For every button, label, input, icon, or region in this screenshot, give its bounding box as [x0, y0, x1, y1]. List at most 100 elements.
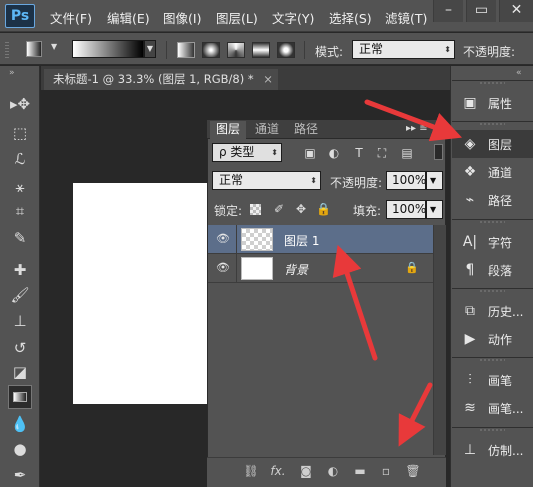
brush-icon: ≋ [464, 400, 476, 416]
lasso-tool-icon[interactable]: ℒ [8, 147, 32, 171]
move-tool-icon[interactable]: ▸✥ [8, 92, 32, 116]
lock-all-icon[interactable]: 🔒 [316, 202, 331, 216]
layer-lock-icon[interactable]: 🔒 [405, 261, 419, 274]
dock-group-grip[interactable] [452, 121, 533, 125]
toolbar-collapse-icon[interactable]: » [9, 68, 15, 78]
fill-input[interactable]: 100% [386, 200, 426, 219]
lock-transparent-icon[interactable] [250, 204, 261, 215]
options-grip [5, 40, 9, 58]
restore-button[interactable]: ▭ [466, 0, 496, 22]
menu-select[interactable]: 选择(S) [329, 8, 372, 27]
pen-tool-icon[interactable]: ✒ [8, 463, 32, 487]
link-icon[interactable]: ⛓ [243, 463, 259, 479]
mask-icon[interactable]: ◙ [298, 463, 314, 479]
trash-icon[interactable]: 🗑 [405, 463, 421, 479]
menu-layer[interactable]: 图层(L) [216, 8, 258, 27]
gradient-editor-swatch[interactable] [72, 40, 144, 58]
layer-row-divider [236, 225, 237, 254]
dock-group-grip[interactable] [452, 80, 533, 84]
dock-item-brush[interactable]: ≋ 画笔... [452, 394, 533, 422]
healing-brush-tool-icon[interactable]: ✚ [8, 258, 32, 282]
dock-item-brush-presets[interactable]: ⫶ 画笔 [452, 366, 533, 394]
lock-pixels-icon[interactable]: ✐ [272, 202, 286, 216]
fx-icon[interactable]: fx. [270, 463, 286, 479]
dock-item-properties[interactable]: ▣ 属性 [452, 89, 533, 117]
filter-shape-icon[interactable]: ⛶ [375, 146, 389, 160]
gradient-picker-chevron-icon[interactable]: ▼ [144, 40, 156, 58]
layer-opacity-chevron-icon[interactable]: ▼ [426, 171, 443, 190]
linear-gradient-button[interactable] [177, 42, 195, 58]
history-icon: ⧉ [465, 303, 475, 319]
preset-dropdown-icon[interactable]: ▼ [51, 42, 57, 51]
dock-item-clone-source[interactable]: ⊥ 仿制... [452, 436, 533, 464]
group-icon[interactable]: ▬ [352, 463, 368, 479]
adjustment-icon[interactable]: ◐ [325, 463, 341, 479]
filter-smart-object-icon[interactable]: ▤ [400, 146, 414, 160]
radial-gradient-button[interactable] [202, 42, 220, 58]
dock-item-label: 路径 [488, 194, 513, 208]
lock-label: 锁定: [214, 204, 243, 218]
menu-file[interactable]: 文件(F) [50, 8, 92, 27]
menu-type[interactable]: 文字(Y) [272, 8, 314, 27]
layer-thumbnail[interactable] [241, 228, 273, 251]
layer-name[interactable]: 背景 [284, 261, 308, 278]
tab-channels[interactable]: 通道 [249, 121, 285, 139]
document-tab-close-icon[interactable]: × [263, 72, 273, 86]
dock-item-paths[interactable]: ⌁ 路径 [452, 186, 533, 214]
dock-item-actions[interactable]: ▶ 动作 [452, 325, 533, 353]
document-tab[interactable]: 未标题-1 @ 33.3% (图层 1, RGB/8) * × [44, 69, 278, 90]
panel-menu-icon[interactable]: ▸▸ ≡ [406, 123, 428, 134]
eraser-tool-icon[interactable]: ◪ [8, 360, 32, 384]
dock-collapse-icon[interactable]: « [516, 68, 522, 78]
brush-tool-icon[interactable]: 🖌 [8, 283, 32, 307]
new-layer-icon[interactable]: ▫ [378, 463, 394, 479]
dock-item-history[interactable]: ⧉ 历史... [452, 297, 533, 325]
angle-gradient-button[interactable] [227, 42, 245, 58]
history-brush-tool-icon[interactable]: ↺ [8, 336, 32, 360]
blend-mode-select[interactable]: 正常 ⬍ [212, 171, 321, 190]
eyedropper-tool-icon[interactable]: ✎ [8, 226, 32, 250]
mode-select[interactable]: 正常 ⬍ [352, 40, 455, 59]
dock-item-channels[interactable]: ❖ 通道 [452, 158, 533, 186]
dock-group-grip[interactable] [452, 288, 533, 292]
layer-filter-select[interactable]: ρ 类型 ⬍ [212, 143, 282, 162]
close-window-button[interactable]: ✕ [499, 0, 533, 22]
dock-item-layers[interactable]: ◈ 图层 [452, 130, 533, 158]
reflected-gradient-button[interactable] [252, 42, 270, 58]
filter-pixel-icon[interactable]: ▣ [303, 146, 317, 160]
fill-chevron-icon[interactable]: ▼ [426, 200, 443, 219]
visibility-eye-icon[interactable]: 👁 [216, 232, 230, 246]
visibility-eye-icon[interactable]: 👁 [216, 261, 230, 275]
clone-stamp-tool-icon[interactable]: ⊥ [8, 309, 32, 333]
marquee-tool-icon[interactable]: ⬚ [8, 121, 32, 145]
blur-tool-icon[interactable]: 💧 [8, 412, 32, 436]
menu-edit[interactable]: 编辑(E) [107, 8, 150, 27]
layer-opacity-input[interactable]: 100% [386, 171, 426, 190]
crop-tool-icon[interactable]: ⌗ [8, 199, 32, 223]
filter-adjustment-icon[interactable]: ◐ [327, 146, 341, 160]
layer-name[interactable]: 图层 1 [284, 232, 319, 249]
dodge-tool-icon[interactable]: ● [8, 437, 32, 461]
document-canvas[interactable] [73, 183, 209, 404]
menu-filter[interactable]: 滤镜(T) [385, 8, 427, 27]
layer-row-background[interactable]: 👁 背景 🔒 [208, 254, 433, 283]
dock-item-character[interactable]: A| 字符 [452, 228, 533, 256]
dock-item-paragraph[interactable]: ¶ 段落 [452, 256, 533, 284]
gradient-tool-icon[interactable] [8, 385, 32, 409]
layer-thumbnail[interactable] [241, 257, 273, 280]
layer-row-layer1[interactable]: 👁 图层 1 [208, 225, 433, 254]
filter-type-icon[interactable]: T [352, 146, 366, 160]
diamond-gradient-button[interactable] [277, 42, 295, 58]
dock-group-grip[interactable] [452, 427, 533, 431]
menu-image[interactable]: 图像(I) [163, 8, 201, 27]
dock-group-grip[interactable] [452, 219, 533, 223]
layers-scrollbar[interactable] [433, 225, 446, 455]
magic-wand-tool-icon[interactable]: ⚹ [8, 175, 32, 199]
filter-toggle[interactable] [434, 144, 443, 160]
tab-layers[interactable]: 图层 [210, 121, 247, 139]
gradient-tool-preset-icon[interactable] [26, 41, 42, 57]
lock-position-icon[interactable]: ✥ [294, 202, 308, 216]
minimize-button[interactable]: – [433, 0, 463, 22]
tab-paths[interactable]: 路径 [288, 121, 324, 139]
dock-group-grip[interactable] [452, 357, 533, 361]
